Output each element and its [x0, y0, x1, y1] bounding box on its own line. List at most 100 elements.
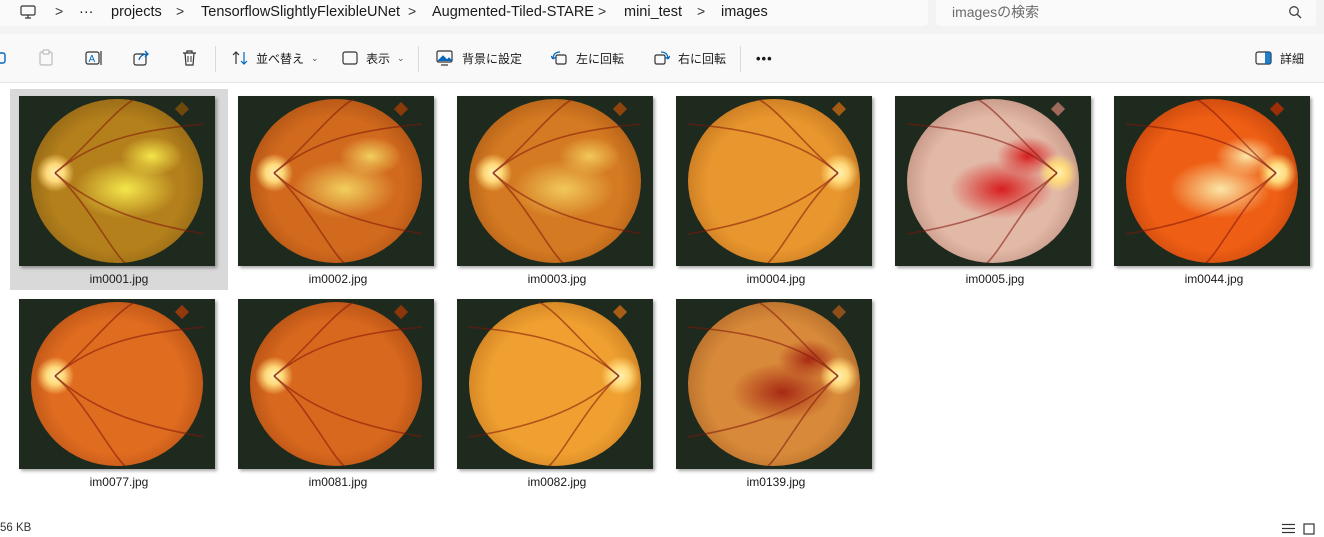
chevron-down-icon: ⌄	[311, 52, 319, 63]
breadcrumb-overflow-button[interactable]: ···	[79, 0, 94, 24]
fundus-image	[906, 98, 1079, 264]
rename-icon: A	[85, 51, 102, 65]
chevron-right-icon: >	[176, 3, 185, 19]
file-thumbnail	[676, 299, 872, 469]
paste-icon	[39, 49, 53, 66]
file-thumbnail	[1114, 96, 1310, 266]
details-view-icon[interactable]	[1282, 523, 1295, 534]
file-item[interactable]: im0077.jpg	[10, 292, 228, 493]
chevron-right-icon: >	[408, 3, 417, 19]
breadcrumb-item-tensorflow-unet[interactable]: TensorflowSlightlyFlexibleUNet	[201, 0, 400, 24]
file-item[interactable]: im0139.jpg	[667, 292, 885, 493]
blood-vessels	[492, 98, 644, 264]
blood-vessels	[273, 301, 425, 467]
view-icon	[342, 51, 358, 65]
fundus-image	[31, 301, 206, 467]
file-name: im0002.jpg	[308, 272, 368, 286]
chevron-right-icon: >	[598, 3, 607, 19]
file-item[interactable]: im0005.jpg	[886, 89, 1104, 290]
blood-vessels	[1125, 98, 1277, 264]
fundus-image	[687, 301, 860, 467]
file-thumbnail	[457, 96, 653, 266]
rotate-left-icon	[551, 51, 567, 65]
file-item[interactable]: im0044.jpg	[1105, 89, 1323, 290]
blood-vessels	[687, 301, 839, 467]
delete-button[interactable]	[182, 34, 197, 82]
fundus-image	[1125, 98, 1298, 264]
breadcrumb-item-images[interactable]: images	[721, 0, 768, 24]
file-name: im0077.jpg	[89, 475, 149, 489]
set-background-label: 背景に設定	[462, 51, 523, 66]
file-item[interactable]: im0001.jpg	[10, 89, 228, 290]
chevron-right-icon: >	[55, 3, 64, 19]
file-name: im0004.jpg	[746, 272, 806, 286]
fundus-image	[687, 98, 860, 264]
status-size: 56 KB	[0, 522, 32, 534]
rotate-right-button[interactable]: 右に回転	[653, 34, 726, 82]
address-bar: > ··· projects > TensorflowSlightlyFlexi…	[0, 0, 1324, 34]
more-options-button[interactable]: •••	[756, 34, 773, 82]
details-label: 詳細	[1280, 51, 1305, 66]
blood-vessels	[54, 301, 206, 467]
breadcrumb-item-projects[interactable]: projects	[111, 0, 162, 24]
sort-label: 並べ替え	[256, 51, 305, 66]
file-name: im0005.jpg	[965, 272, 1025, 286]
view-button[interactable]: 表示 ⌄	[342, 34, 405, 82]
details-pane-icon	[1255, 51, 1272, 65]
cut-icon	[0, 52, 6, 64]
details-button[interactable]: 詳細	[1255, 34, 1304, 82]
blood-vessels	[54, 98, 206, 264]
breadcrumb: > ··· projects > TensorflowSlightlyFlexi…	[0, 0, 928, 26]
chevron-down-icon: ⌄	[397, 52, 405, 63]
share-icon	[133, 50, 149, 66]
fundus-image	[250, 98, 425, 264]
file-name: im0044.jpg	[1184, 272, 1244, 286]
file-thumbnail	[676, 96, 872, 266]
share-button[interactable]	[133, 34, 150, 82]
file-item[interactable]: im0004.jpg	[667, 89, 885, 290]
file-name: im0082.jpg	[527, 475, 587, 489]
trash-icon	[183, 50, 196, 66]
computer-icon[interactable]	[20, 5, 36, 24]
large-icons-view-icon[interactable]	[1303, 523, 1315, 535]
file-name: im0003.jpg	[527, 272, 587, 286]
chevron-right-icon: >	[697, 3, 706, 19]
view-label: 表示	[366, 51, 391, 66]
file-thumbnail	[238, 96, 434, 266]
fundus-image	[468, 301, 641, 467]
rotate-left-label: 左に回転	[576, 51, 625, 66]
set-background-button[interactable]: 背景に設定	[436, 34, 522, 82]
sort-icon	[232, 51, 248, 65]
search-icon[interactable]	[1288, 5, 1302, 19]
search-box[interactable]: imagesの検索	[936, 0, 1316, 26]
file-thumbnail	[19, 299, 215, 469]
rotate-right-icon	[654, 51, 670, 65]
file-thumbnail	[457, 299, 653, 469]
file-thumbnail	[895, 96, 1091, 266]
rename-button[interactable]: A	[85, 34, 103, 82]
set-background-icon	[436, 50, 453, 66]
file-item[interactable]: im0082.jpg	[448, 292, 666, 493]
toolbar-divider	[740, 46, 741, 72]
blood-vessels	[906, 98, 1058, 264]
file-thumbnail	[238, 299, 434, 469]
breadcrumb-item-mini-test[interactable]: mini_test	[624, 0, 682, 24]
search-placeholder: imagesの検索	[952, 4, 1040, 20]
cut-button[interactable]	[0, 34, 8, 82]
blood-vessels	[273, 98, 425, 264]
file-item[interactable]: im0002.jpg	[229, 89, 447, 290]
rotate-left-button[interactable]: 左に回転	[551, 34, 624, 82]
toolbar-divider	[418, 46, 419, 72]
file-thumbnail	[19, 96, 215, 266]
blood-vessels	[468, 301, 620, 467]
file-item[interactable]: im0081.jpg	[229, 292, 447, 493]
breadcrumb-item-augmented-stare[interactable]: Augmented-Tiled-STARE	[432, 0, 594, 24]
sort-button[interactable]: 並べ替え ⌄	[232, 34, 319, 82]
rotate-right-label: 右に回転	[678, 51, 727, 66]
fundus-image	[31, 98, 206, 264]
fundus-image	[469, 98, 644, 264]
paste-button[interactable]	[38, 34, 54, 82]
file-item[interactable]: im0003.jpg	[448, 89, 666, 290]
svg-text:A: A	[89, 54, 96, 65]
file-name: im0081.jpg	[308, 475, 368, 489]
